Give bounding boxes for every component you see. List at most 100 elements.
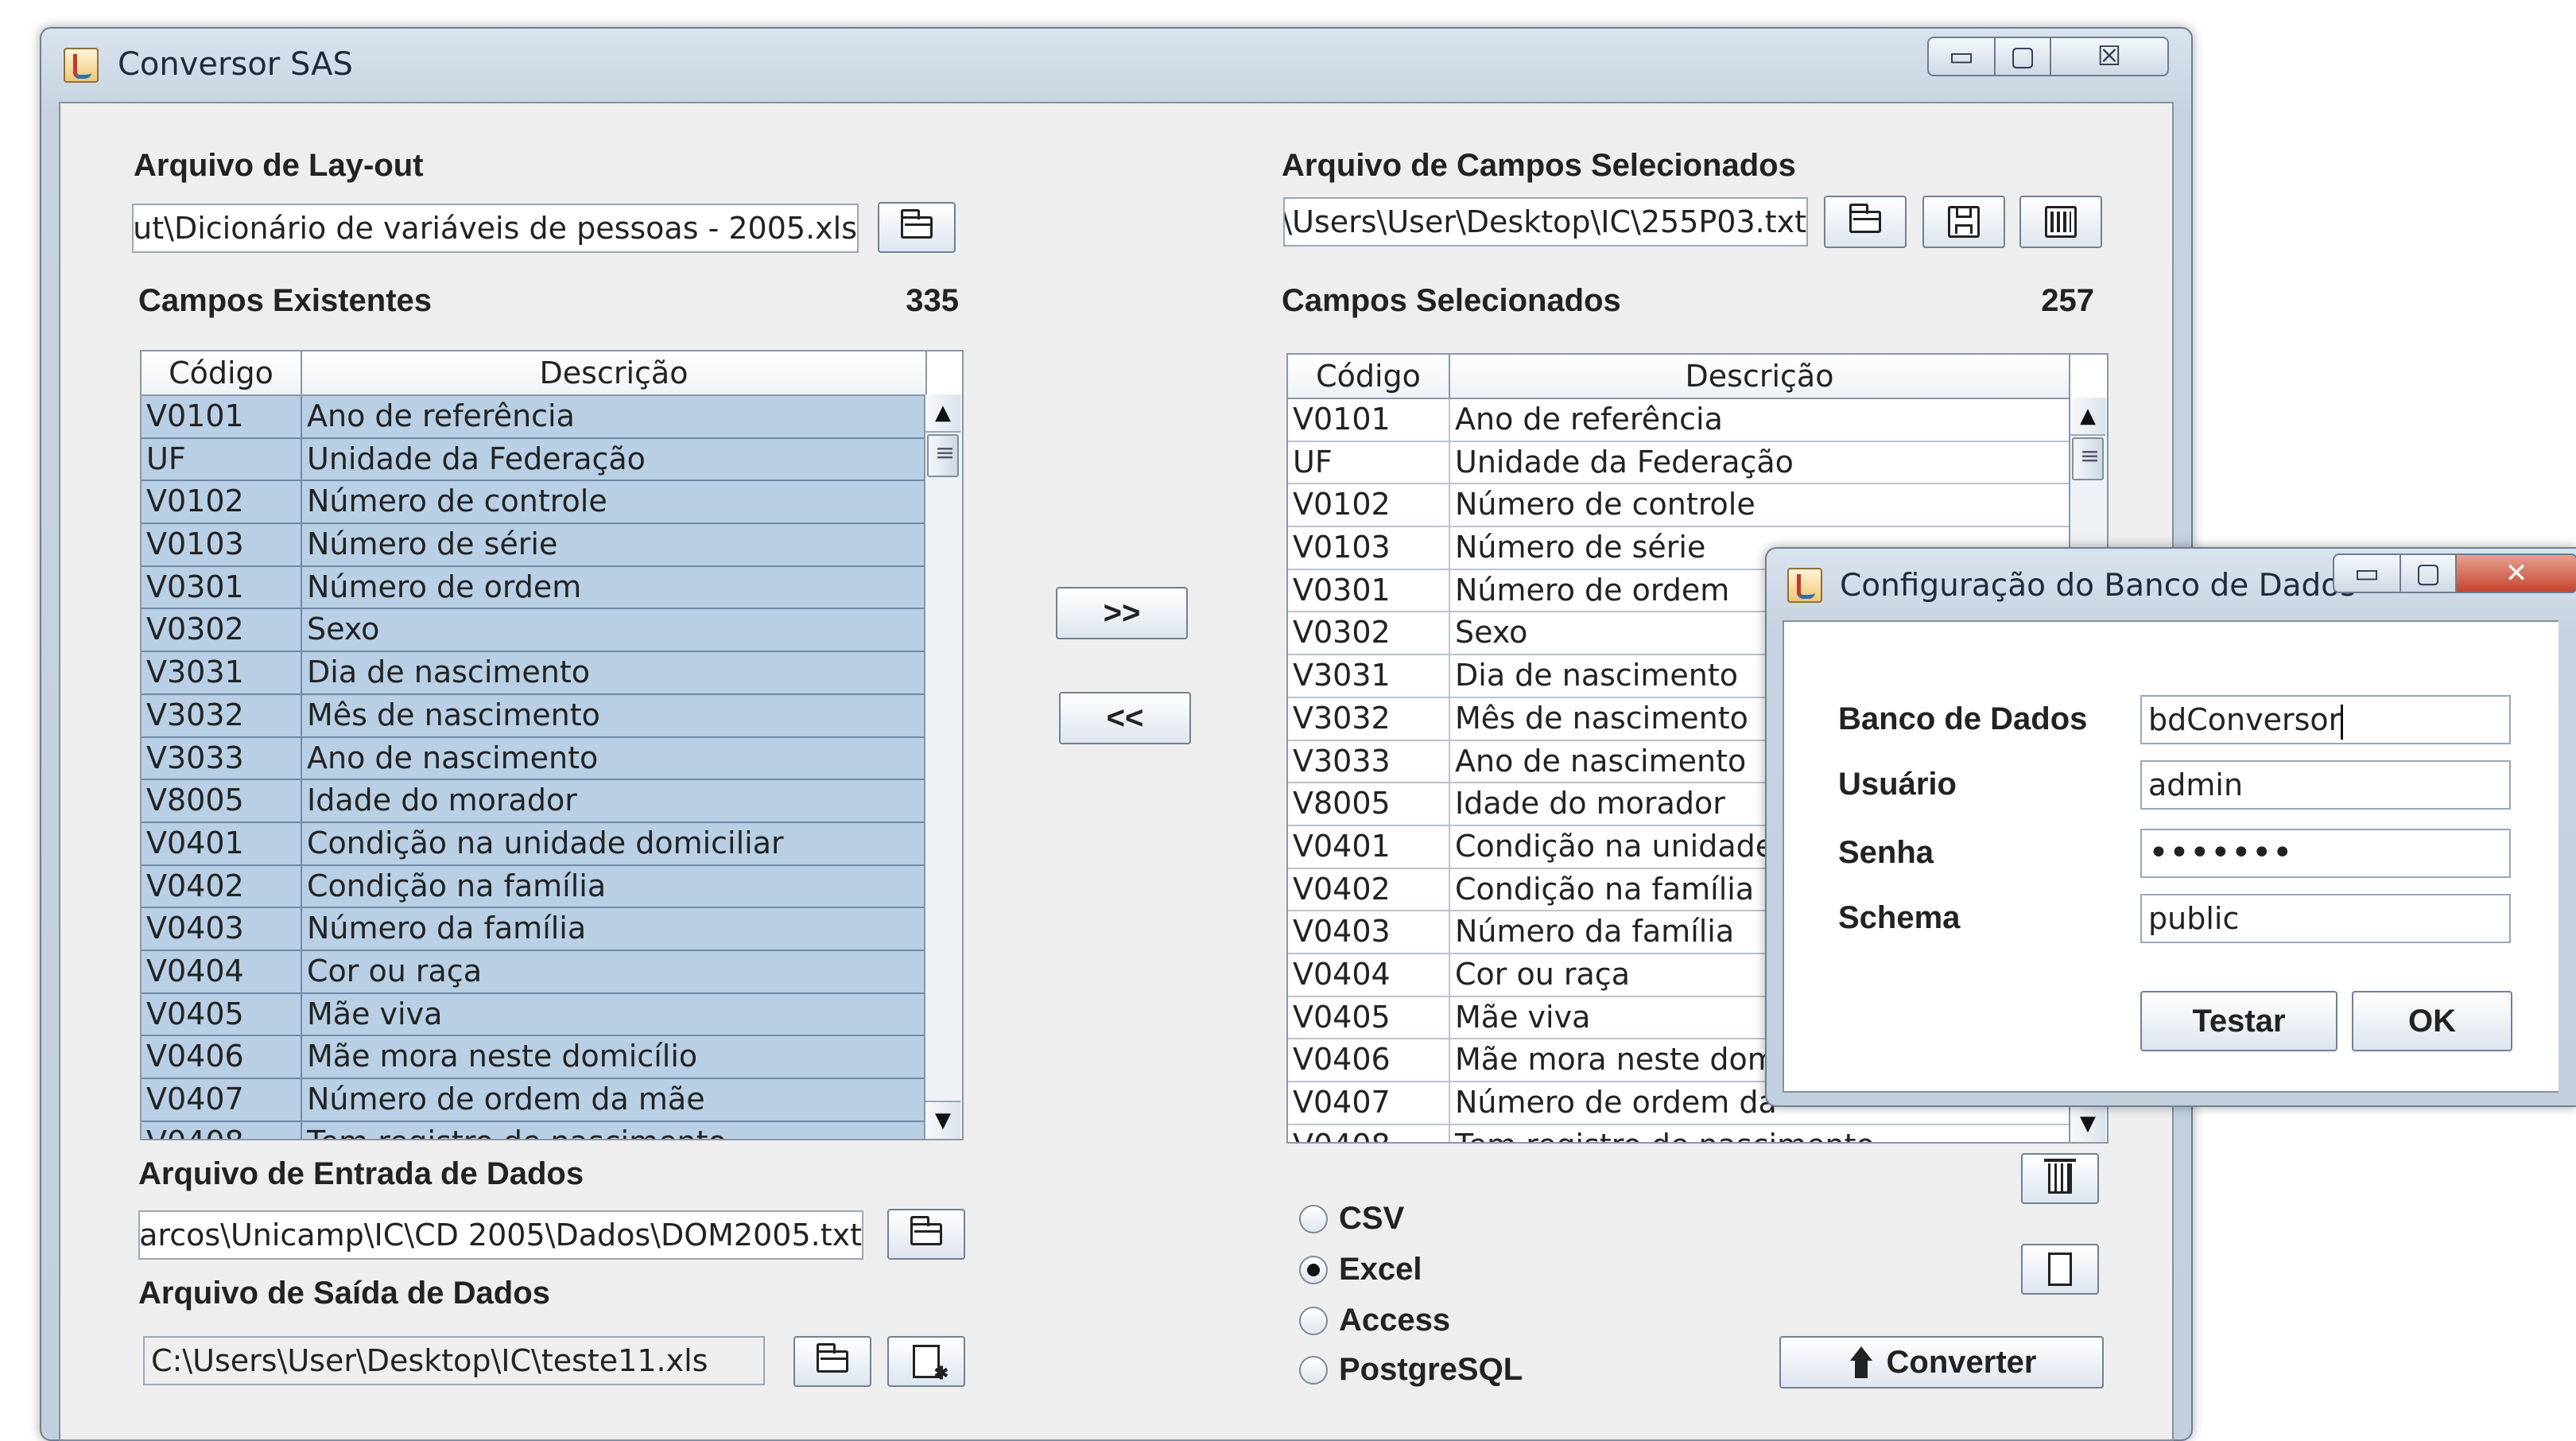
cell-codigo[interactable]: V0404 bbox=[142, 950, 302, 994]
table-row[interactable]: V0302 Sexo bbox=[142, 609, 927, 653]
clear-fields-button[interactable] bbox=[2021, 1244, 2099, 1295]
ok-button[interactable]: OK bbox=[2352, 991, 2512, 1051]
scroll-down-arrow-icon[interactable]: ▼ bbox=[2070, 1104, 2105, 1142]
cell-codigo[interactable]: V0408 bbox=[1288, 1124, 1450, 1142]
table-row[interactable]: V0103 Número de série bbox=[142, 524, 927, 567]
radio-button-icon[interactable] bbox=[1299, 1255, 1328, 1284]
input-file-field[interactable]: Marcos\Unicamp\IC\CD 2005\Dados\DOM2005.… bbox=[138, 1210, 863, 1260]
table-row[interactable]: V0407 Número de ordem da mãe bbox=[142, 1079, 927, 1122]
db-user-input[interactable]: admin bbox=[2140, 760, 2511, 810]
cell-codigo[interactable]: UF bbox=[1288, 441, 1450, 485]
cell-descricao[interactable]: Número de controle bbox=[1450, 484, 2070, 528]
table-row[interactable]: V0101 Ano de referência bbox=[1288, 399, 2070, 442]
layout-file-field[interactable]: out\Dicionário de variáveis de pessoas -… bbox=[132, 204, 859, 253]
cell-codigo[interactable]: V0401 bbox=[142, 822, 302, 866]
cell-descricao[interactable]: Tem registro de nascimento bbox=[1450, 1124, 2070, 1142]
cell-codigo[interactable]: V0301 bbox=[1288, 569, 1450, 613]
scroll-up-arrow-icon[interactable]: ▲ bbox=[925, 394, 960, 433]
cell-codigo[interactable]: V3031 bbox=[142, 652, 302, 695]
radio-postgresql[interactable]: PostgreSQL bbox=[1299, 1352, 1523, 1388]
table-row[interactable]: V8005 Idade do morador bbox=[142, 780, 927, 823]
maximize-button[interactable]: ▢ bbox=[1994, 37, 2051, 76]
cell-descricao[interactable]: Ano de referência bbox=[302, 396, 927, 439]
table-row[interactable]: V0403 Número da família bbox=[142, 908, 927, 951]
existing-fields-table[interactable]: Código Descrição V0101 Ano de referência U… bbox=[140, 350, 964, 1140]
convert-button[interactable]: Converter bbox=[1779, 1336, 2104, 1389]
radio-button-icon[interactable] bbox=[1299, 1306, 1328, 1335]
save-selected-button[interactable] bbox=[1922, 196, 2005, 248]
cell-codigo[interactable]: V0406 bbox=[1288, 1039, 1450, 1082]
db-password-input[interactable]: ••••••• bbox=[2140, 829, 2511, 878]
table-row[interactable]: V0406 Mãe mora neste domicílio bbox=[142, 1036, 927, 1079]
cell-codigo[interactable]: V3033 bbox=[142, 737, 302, 781]
cell-descricao[interactable]: Mês de nascimento bbox=[302, 694, 927, 738]
cell-codigo[interactable]: V0405 bbox=[142, 993, 302, 1037]
table-row[interactable]: UF Unidade da Federação bbox=[1288, 441, 2070, 485]
table-row[interactable]: V0101 Ano de referência bbox=[142, 396, 927, 439]
table-row[interactable]: V0405 Mãe viva bbox=[142, 993, 927, 1037]
cell-codigo[interactable]: V0301 bbox=[142, 566, 302, 610]
selected-file-field[interactable]: \Users\User\Desktop\IC\255P03.txt bbox=[1283, 197, 1808, 247]
scroll-down-arrow-icon[interactable]: ▼ bbox=[925, 1101, 960, 1139]
dialog-close-button[interactable]: ✕ bbox=[2455, 553, 2576, 593]
scroll-thumb[interactable] bbox=[927, 434, 959, 477]
cell-codigo[interactable]: V0407 bbox=[1288, 1082, 1450, 1125]
cell-codigo[interactable]: V0103 bbox=[142, 524, 302, 567]
cell-codigo[interactable]: V0302 bbox=[142, 609, 302, 653]
cell-codigo[interactable]: V0401 bbox=[1288, 825, 1450, 869]
cell-descricao[interactable]: Sexo bbox=[302, 609, 927, 653]
cell-codigo[interactable]: V0402 bbox=[1288, 868, 1450, 912]
cell-codigo[interactable]: V0403 bbox=[1288, 911, 1450, 954]
cell-codigo[interactable]: V0102 bbox=[142, 481, 302, 525]
open-selected-button[interactable] bbox=[1824, 196, 1907, 248]
column-header-codigo[interactable]: Código bbox=[1288, 355, 1450, 398]
db-schema-input[interactable]: public bbox=[2140, 894, 2511, 943]
dialog-titlebar[interactable]: Configuração do Banco de Dados ▭ ▢ ✕ bbox=[1767, 549, 2576, 619]
minimize-button[interactable]: ▭ bbox=[1927, 37, 1996, 76]
cell-descricao[interactable]: Dia de nascimento bbox=[302, 652, 927, 695]
cell-codigo[interactable]: V0101 bbox=[1288, 399, 1450, 442]
radio-button-icon[interactable] bbox=[1299, 1355, 1328, 1385]
table-row[interactable]: V0408Tem registro de nascimento bbox=[1288, 1124, 2070, 1142]
cell-descricao[interactable]: Condição na unidade domiciliar bbox=[302, 822, 927, 866]
dialog-minimize-button[interactable]: ▭ bbox=[2333, 553, 2401, 593]
radio-excel[interactable]: Excel bbox=[1299, 1252, 1422, 1288]
cell-codigo[interactable]: V8005 bbox=[142, 780, 302, 823]
cell-descricao[interactable]: Número de controle bbox=[302, 481, 927, 525]
cell-descricao[interactable]: Cor ou raça bbox=[302, 950, 927, 994]
cell-descricao[interactable]: Número de série bbox=[302, 524, 927, 567]
cell-descricao[interactable]: Ano de nascimento bbox=[302, 737, 927, 781]
radio-access[interactable]: Access bbox=[1299, 1303, 1450, 1338]
table-row[interactable]: V0301 Número de ordem bbox=[142, 566, 927, 610]
cell-descricao[interactable]: Idade do morador bbox=[302, 780, 927, 823]
cell-codigo[interactable]: V8005 bbox=[1288, 783, 1450, 826]
cell-descricao[interactable]: Unidade da Federação bbox=[1450, 441, 2070, 485]
cell-descricao[interactable]: Ano de referência bbox=[1450, 399, 2070, 442]
delete-fields-button[interactable] bbox=[2021, 1153, 2099, 1204]
add-fields-button[interactable]: >> bbox=[1056, 587, 1188, 639]
cell-codigo[interactable]: V3032 bbox=[142, 694, 302, 738]
cell-codigo[interactable]: V0403 bbox=[142, 908, 302, 951]
cell-descricao[interactable]: Condição na família bbox=[302, 865, 927, 909]
open-output-button[interactable] bbox=[793, 1336, 871, 1387]
close-button[interactable]: ☒ bbox=[2050, 37, 2169, 76]
table-row[interactable]: V3032 Mês de nascimento bbox=[142, 694, 927, 738]
cell-codigo[interactable]: V0402 bbox=[142, 865, 302, 909]
cell-descricao[interactable]: Número da família bbox=[302, 908, 927, 951]
cell-codigo[interactable]: V0406 bbox=[142, 1036, 302, 1079]
table-row[interactable]: V0404 Cor ou raça bbox=[142, 950, 927, 994]
column-header-descricao[interactable]: Descrição bbox=[302, 352, 927, 394]
cell-codigo[interactable]: V0408 bbox=[142, 1121, 302, 1139]
radio-button-icon[interactable] bbox=[1299, 1204, 1328, 1233]
cell-codigo[interactable]: V0101 bbox=[142, 396, 302, 439]
new-output-button[interactable] bbox=[887, 1336, 965, 1387]
db-name-input[interactable]: bdConversor bbox=[2140, 695, 2511, 744]
open-layout-button[interactable] bbox=[878, 202, 956, 253]
column-header-codigo[interactable]: Código bbox=[142, 352, 302, 394]
save-as-selected-button[interactable] bbox=[2019, 196, 2102, 248]
table-row[interactable]: V3033 Ano de nascimento bbox=[142, 737, 927, 781]
cell-codigo[interactable]: V3033 bbox=[1288, 740, 1450, 784]
main-titlebar[interactable]: Conversor SAS ▭ ▢ ☒ bbox=[41, 29, 2191, 100]
cell-codigo[interactable]: V0405 bbox=[1288, 996, 1450, 1040]
table-row[interactable]: V0408Tem registro de nascimento bbox=[142, 1121, 927, 1139]
